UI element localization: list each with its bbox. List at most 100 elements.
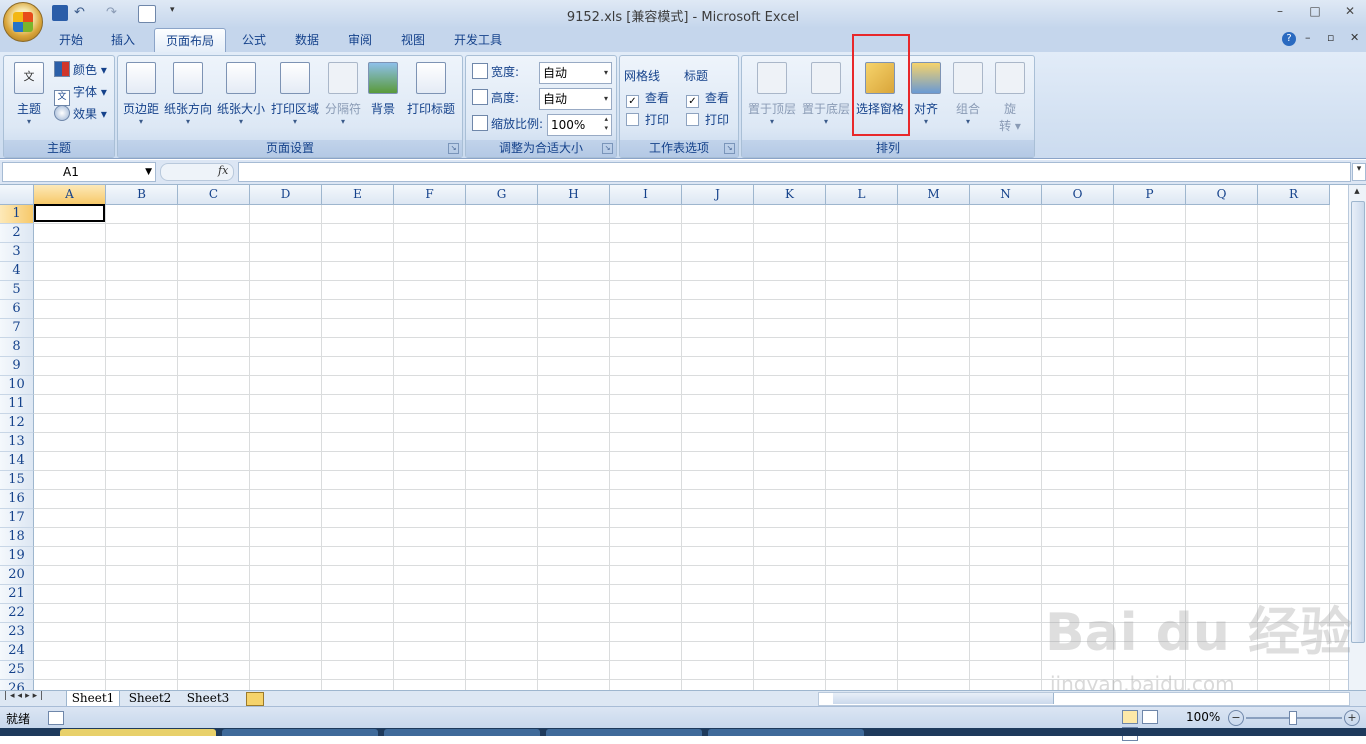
column-header[interactable]: F	[394, 185, 466, 205]
column-header[interactable]: O	[1042, 185, 1114, 205]
rotate-button[interactable]: 旋转 ▾	[990, 60, 1030, 136]
row-header[interactable]: 26	[0, 680, 34, 690]
expand-formula-icon[interactable]: ▾	[1352, 163, 1366, 181]
horizontal-scrollbar[interactable]	[818, 692, 1350, 706]
ribbon-restore-icon[interactable]: ▫	[1327, 31, 1334, 44]
row-header[interactable]: 21	[0, 585, 34, 604]
page-layout-view-icon[interactable]	[1141, 710, 1158, 724]
headings-view-checkbox[interactable]: ✓ 查看	[686, 88, 729, 108]
close-button[interactable]: ✕	[1340, 4, 1360, 20]
row-header[interactable]: 20	[0, 566, 34, 585]
row-header[interactable]: 3	[0, 243, 34, 262]
column-header[interactable]: I	[610, 185, 682, 205]
column-header[interactable]: M	[898, 185, 970, 205]
row-header[interactable]: 5	[0, 281, 34, 300]
zoom-level[interactable]: 100%	[1186, 710, 1220, 724]
row-header[interactable]: 13	[0, 433, 34, 452]
background-button[interactable]: 背景	[366, 60, 400, 136]
tab-developer[interactable]: 开发工具	[446, 29, 510, 51]
row-header[interactable]: 8	[0, 338, 34, 357]
help-icon[interactable]: ?	[1282, 32, 1296, 46]
sheet-tab-3[interactable]: Sheet3	[182, 691, 234, 706]
row-header[interactable]: 14	[0, 452, 34, 471]
taskbar-item-2[interactable]	[222, 729, 378, 736]
zoom-out-icon[interactable]: −	[1228, 710, 1244, 726]
spinner-arrows-icon[interactable]: ▴ ▾	[604, 115, 608, 133]
column-header[interactable]: Q	[1186, 185, 1258, 205]
orientation-button[interactable]: 纸张方向 ▾	[164, 60, 212, 136]
tab-view[interactable]: 视图	[390, 29, 436, 51]
gridlines-print-checkbox[interactable]: 打印	[626, 110, 669, 130]
taskbar-item-3[interactable]	[384, 729, 540, 736]
macro-record-icon[interactable]	[48, 711, 64, 725]
tab-formulas[interactable]: 公式	[231, 29, 277, 51]
tab-review[interactable]: 审阅	[337, 29, 383, 51]
column-header[interactable]: G	[466, 185, 538, 205]
normal-view-icon[interactable]	[1122, 710, 1138, 724]
theme-fonts-button[interactable]: 文字体 ▾	[54, 82, 107, 106]
zoom-slider-thumb[interactable]	[1289, 711, 1297, 725]
row-header[interactable]: 23	[0, 623, 34, 642]
column-header[interactable]: J	[682, 185, 754, 205]
office-button[interactable]	[3, 2, 43, 42]
headings-print-checkbox[interactable]: 打印	[686, 110, 729, 130]
column-header[interactable]: L	[826, 185, 898, 205]
tab-home[interactable]: 开始	[48, 29, 94, 51]
row-header[interactable]: 12	[0, 414, 34, 433]
print-area-button[interactable]: 打印区域 ▾	[270, 60, 320, 136]
name-box[interactable]: A1 ▼	[2, 162, 156, 182]
height-combo[interactable]: 自动 ▾	[539, 88, 612, 110]
group-button[interactable]: 组合 ▾	[948, 60, 988, 136]
taskbar-item-4[interactable]	[546, 729, 702, 736]
minimize-button[interactable]: –	[1270, 4, 1290, 20]
margins-button[interactable]: 页边距 ▾	[120, 60, 162, 136]
column-header[interactable]: A	[34, 185, 106, 205]
column-header[interactable]: E	[322, 185, 394, 205]
row-header[interactable]: 19	[0, 547, 34, 566]
row-header[interactable]: 2	[0, 224, 34, 243]
theme-effects-button[interactable]: 效果 ▾	[54, 104, 107, 124]
row-header[interactable]: 24	[0, 642, 34, 661]
dialog-launcher-icon[interactable]: ↘	[602, 143, 613, 154]
row-header[interactable]: 17	[0, 509, 34, 528]
themes-button[interactable]: 文 主题 ▾	[6, 60, 52, 136]
row-header[interactable]: 22	[0, 604, 34, 623]
bring-to-front-button[interactable]: 置于顶层 ▾	[746, 60, 798, 136]
send-to-back-button[interactable]: 置于底层 ▾	[800, 60, 852, 136]
column-header[interactable]: P	[1114, 185, 1186, 205]
row-header[interactable]: 16	[0, 490, 34, 509]
row-header[interactable]: 9	[0, 357, 34, 376]
tab-data[interactable]: 数据	[284, 29, 330, 51]
column-header[interactable]: D	[250, 185, 322, 205]
insert-sheet-icon[interactable]	[246, 692, 264, 706]
row-header[interactable]: 1	[0, 205, 34, 224]
column-header[interactable]: K	[754, 185, 826, 205]
scroll-up-icon[interactable]: ▲	[1351, 187, 1363, 197]
row-header[interactable]: 4	[0, 262, 34, 281]
column-header[interactable]: R	[1258, 185, 1330, 205]
scale-spinner[interactable]: 100% ▴ ▾	[547, 114, 612, 136]
column-header[interactable]: H	[538, 185, 610, 205]
formula-input[interactable]	[238, 162, 1351, 182]
taskbar-item-excel[interactable]	[60, 729, 216, 736]
align-button[interactable]: 对齐 ▾	[908, 60, 944, 136]
tab-insert[interactable]: 插入	[100, 29, 146, 51]
row-header[interactable]: 18	[0, 528, 34, 547]
gridlines-view-checkbox[interactable]: ✓ 查看	[626, 88, 669, 108]
dialog-launcher-icon[interactable]: ↘	[724, 143, 735, 154]
row-header[interactable]: 10	[0, 376, 34, 395]
taskbar-item-5[interactable]	[708, 729, 864, 736]
insert-function-icon[interactable]: fx	[218, 164, 228, 177]
sheet-tab-1[interactable]: Sheet1	[66, 691, 120, 707]
breaks-button[interactable]: 分隔符 ▾	[322, 60, 364, 136]
sheet-nav-icon[interactable]: |◂◂▸▸|	[4, 691, 46, 701]
row-header[interactable]: 15	[0, 471, 34, 490]
zoom-in-icon[interactable]: +	[1344, 710, 1360, 726]
row-header[interactable]: 11	[0, 395, 34, 414]
column-header[interactable]: N	[970, 185, 1042, 205]
theme-colors-button[interactable]: 颜色 ▾	[54, 60, 107, 80]
column-header[interactable]: B	[106, 185, 178, 205]
maximize-button[interactable]: □	[1305, 4, 1325, 20]
ribbon-minimize-icon[interactable]: –	[1305, 31, 1311, 44]
tab-page-layout[interactable]: 页面布局	[154, 28, 226, 53]
